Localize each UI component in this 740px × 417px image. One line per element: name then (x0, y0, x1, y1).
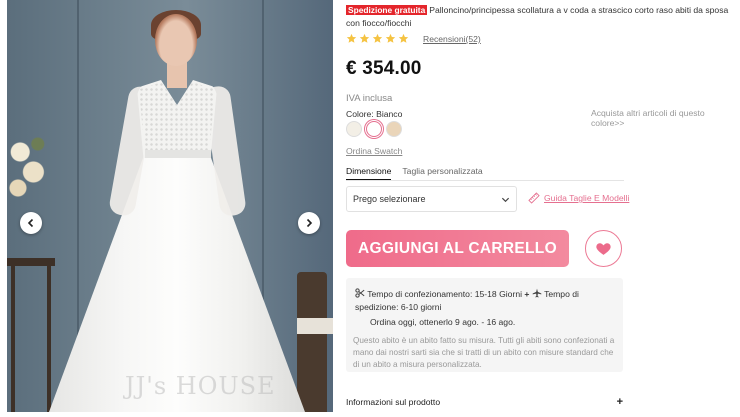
wishlist-button[interactable] (585, 230, 622, 267)
production-time: Tempo di confezionamento: 15-18 Giorni (367, 289, 523, 299)
star-icon (359, 33, 370, 43)
size-select-placeholder: Prego selezionare (353, 194, 426, 204)
dress-belt (145, 150, 211, 158)
next-image-button[interactable] (298, 212, 320, 234)
tab-size[interactable]: Dimensione (346, 166, 392, 180)
order-swatch-link[interactable]: Ordina Swatch (346, 146, 402, 156)
product-title-row: Spedizione gratuita Palloncino/principess… (346, 4, 736, 30)
model-in-dress (7, 0, 333, 412)
swatch-champagne[interactable] (386, 121, 402, 137)
swatch-white[interactable] (366, 121, 382, 137)
chevron-right-icon (306, 218, 313, 228)
model-face (155, 14, 197, 66)
size-select[interactable]: Prego selezionare (346, 186, 517, 212)
tabs-divider (346, 180, 624, 181)
star-icon (385, 33, 396, 43)
chevron-down-icon (501, 197, 510, 203)
prev-image-button[interactable] (20, 212, 42, 234)
plus-separator: + (524, 289, 530, 299)
product-image[interactable]: JJ's HOUSE (7, 0, 333, 412)
vat-label: IVA inclusa (346, 93, 393, 104)
delivery-info-box: Tempo di confezionamento: 15-18 Giorni +… (346, 278, 623, 372)
expand-plus-icon: + (616, 396, 623, 408)
brand-watermark: JJ's HOUSE (125, 372, 276, 400)
plane-icon (532, 288, 542, 298)
product-details-toggle[interactable]: Informazioni sul prodotto + (346, 396, 623, 408)
star-icon (346, 33, 357, 43)
product-info: Spedizione gratuita Palloncino/principess… (346, 0, 740, 417)
rating-stars (346, 33, 409, 44)
reviews-link[interactable]: Recensioni(52) (423, 34, 481, 44)
size-tabs: Dimensione Taglia personalizzata (346, 166, 483, 180)
star-icon (398, 33, 409, 43)
more-in-color-link[interactable]: Acquista altri articoli di questo colore… (591, 108, 740, 128)
product-price: € 354.00 (346, 58, 422, 79)
chevron-left-icon (27, 218, 34, 228)
delivery-times: Tempo di confezionamento: 15-18 Giorni +… (355, 288, 617, 314)
made-to-order-note: Questo abito è un abito fatto su misura.… (353, 336, 615, 369)
color-swatches (346, 121, 402, 137)
ruler-icon (528, 192, 540, 204)
tab-custom-size[interactable]: Taglia personalizzata (402, 166, 482, 180)
size-guide-label: Guida Taglie E Modelli (544, 193, 630, 203)
heart-icon (596, 243, 611, 255)
color-label: Colore: Bianco (346, 109, 403, 119)
add-to-cart-button[interactable]: AGGIUNGI AL CARRELLO (346, 230, 569, 267)
dress-lace (139, 82, 215, 156)
scissors-icon (355, 288, 365, 298)
star-icon (372, 33, 383, 43)
size-guide-link[interactable]: Guida Taglie E Modelli (528, 192, 629, 204)
product-details-label: Informazioni sul prodotto (346, 397, 441, 407)
free-shipping-badge: Spedizione gratuita (346, 5, 428, 15)
swatch-ivory[interactable] (346, 121, 362, 137)
order-today: Ordina oggi, ottenerlo 9 ago. - 16 ago. (370, 317, 516, 327)
